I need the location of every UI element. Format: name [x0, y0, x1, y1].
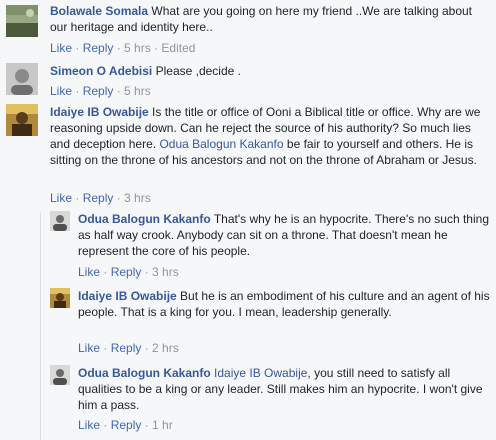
person-avatar-icon	[6, 63, 38, 95]
mention-link[interactable]: Idaiye IB Owabije	[214, 366, 307, 380]
person-avatar-icon	[50, 288, 70, 308]
person-avatar-icon	[50, 211, 70, 231]
reply-link[interactable]: Reply	[83, 191, 114, 205]
reply-link[interactable]: Reply	[83, 84, 114, 98]
avatar[interactable]	[50, 211, 70, 231]
reply-link[interactable]: Reply	[111, 418, 142, 432]
avatar[interactable]	[50, 288, 70, 308]
comment-author[interactable]: Idaiye IB Owabije	[50, 105, 149, 119]
avatar[interactable]	[6, 104, 38, 136]
comment-author[interactable]: Simeon O Adebisi	[50, 64, 152, 78]
reply-link[interactable]: Reply	[111, 341, 142, 355]
edited-label[interactable]: Edited	[161, 41, 195, 55]
comment-text: Please ,decide .	[155, 64, 241, 78]
like-link[interactable]: Like	[50, 191, 72, 205]
timestamp[interactable]: 1 hr	[152, 418, 173, 432]
reply-link[interactable]: Reply	[83, 41, 114, 55]
reply-link[interactable]: Reply	[111, 265, 142, 279]
reply-author[interactable]: Idaiye IB Owabije	[78, 289, 177, 303]
avatar[interactable]	[6, 63, 38, 95]
reply-author[interactable]: Odua Balogun Kakanfo	[78, 366, 211, 380]
timestamp[interactable]: 5 hrs	[124, 41, 151, 55]
person-avatar-icon	[50, 365, 70, 385]
timestamp[interactable]: 2 hrs	[152, 341, 179, 355]
like-link[interactable]: Like	[78, 341, 100, 355]
reply-thread-line	[40, 212, 41, 440]
timestamp[interactable]: 3 hrs	[152, 265, 179, 279]
reply-author[interactable]: Odua Balogun Kakanfo	[78, 212, 211, 226]
like-link[interactable]: Like	[78, 418, 100, 432]
avatar[interactable]	[50, 365, 70, 385]
like-link[interactable]: Like	[50, 41, 72, 55]
avatar[interactable]	[6, 5, 38, 37]
timestamp[interactable]: 5 hrs	[124, 84, 151, 98]
like-link[interactable]: Like	[50, 84, 72, 98]
person-avatar-icon	[6, 104, 38, 136]
mention-link[interactable]: Odua Balogun Kakanfo	[159, 137, 283, 151]
comment-author[interactable]: Bolawale Somala	[50, 4, 148, 18]
like-link[interactable]: Like	[78, 265, 100, 279]
landscape-avatar-icon	[6, 5, 38, 37]
timestamp[interactable]: 3 hrs	[124, 191, 151, 205]
